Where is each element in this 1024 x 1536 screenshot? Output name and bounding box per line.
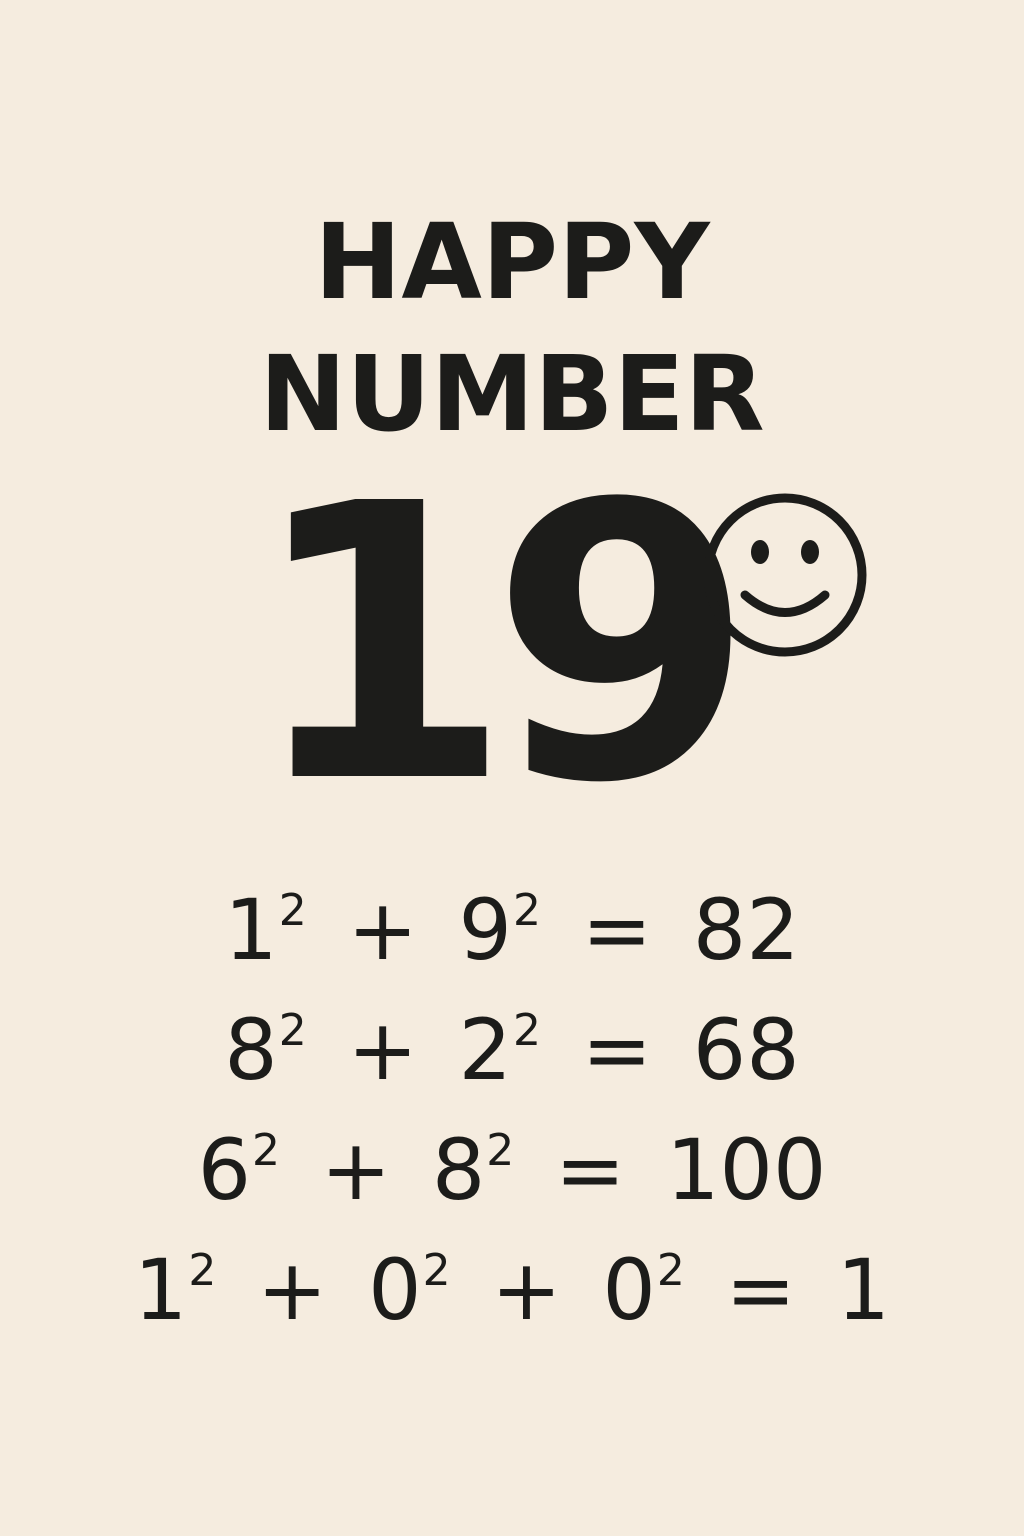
term-base: 8 xyxy=(224,1001,278,1099)
smiley-face-icon xyxy=(703,493,867,657)
equation-row: 12 + 02 + 02 = 1 xyxy=(0,1230,1024,1350)
term-base: 0 xyxy=(602,1241,656,1339)
plus-sign: + xyxy=(347,1001,418,1099)
equals-sign: = xyxy=(581,1001,653,1099)
equals-sign: = xyxy=(554,1121,626,1219)
term-exponent: 2 xyxy=(513,885,541,936)
equation-result: 68 xyxy=(692,1001,800,1099)
term-exponent: 2 xyxy=(513,1005,541,1056)
plus-sign: + xyxy=(347,881,418,979)
equals-sign: = xyxy=(725,1241,796,1339)
plus-sign: + xyxy=(491,1241,562,1339)
equation-list: 12 + 92 = 82 82 + 22 = 68 62 + 82 = 100 … xyxy=(0,870,1024,1350)
happy-number-value: 19 xyxy=(248,423,755,866)
term-exponent: 2 xyxy=(656,1245,685,1296)
term-base: 8 xyxy=(431,1121,486,1219)
term-exponent: 2 xyxy=(252,1125,281,1176)
plus-sign: + xyxy=(320,1121,392,1219)
equation-row: 62 + 82 = 100 xyxy=(0,1110,1024,1230)
term-exponent: 2 xyxy=(278,885,307,936)
equation-result: 1 xyxy=(836,1241,891,1339)
equals-sign: = xyxy=(581,881,653,979)
term-base: 2 xyxy=(458,1001,512,1099)
term-base: 0 xyxy=(368,1241,422,1339)
term-exponent: 2 xyxy=(188,1245,217,1296)
term-exponent: 2 xyxy=(486,1125,515,1176)
term-base: 1 xyxy=(224,881,278,979)
equation-row: 12 + 92 = 82 xyxy=(0,870,1024,990)
term-exponent: 2 xyxy=(422,1245,451,1296)
plus-sign: + xyxy=(257,1241,328,1339)
term-base: 1 xyxy=(133,1241,188,1339)
equation-result: 82 xyxy=(692,881,800,979)
term-exponent: 2 xyxy=(278,1005,307,1056)
title-line-happy: HAPPY xyxy=(314,201,710,323)
equation-result: 100 xyxy=(666,1121,827,1219)
term-base: 6 xyxy=(197,1121,252,1219)
equation-row: 82 + 22 = 68 xyxy=(0,990,1024,1110)
term-base: 9 xyxy=(458,881,512,979)
